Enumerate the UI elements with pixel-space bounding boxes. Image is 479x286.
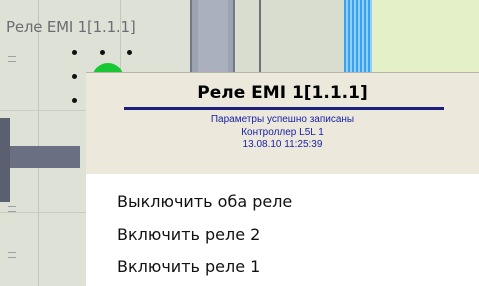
scheme-panel-right (372, 0, 479, 82)
info-card-controller: Контроллер L5L 1 (241, 127, 324, 138)
grid-line (38, 0, 39, 286)
info-card-title: Реле EMI 1[1.1.1] (197, 83, 368, 103)
wire-mark (8, 252, 16, 258)
relay-info-card: Реле EMI 1[1.1.1] Параметры успешно запи… (86, 72, 479, 175)
wire-mark (8, 206, 16, 212)
selection-handle[interactable] (100, 50, 105, 55)
blue-striped-zone (344, 0, 372, 82)
info-card-status: Параметры успешно записаны (210, 114, 355, 125)
selection-handle[interactable] (127, 50, 132, 55)
selection-handle[interactable] (72, 50, 77, 55)
info-card-timestamp: 13.08.10 11:25:39 (242, 139, 323, 150)
map-canvas[interactable]: Реле EMI 1[1.1.1] Реле EMI 1[1.1.1] Пара… (0, 0, 479, 286)
context-menu: Выключить оба реле Включить реле 2 Включ… (86, 174, 479, 286)
scheme-panel-middle (236, 0, 344, 82)
equipment-connector (10, 146, 80, 168)
scheme-line (259, 0, 261, 82)
info-card-divider (124, 107, 444, 110)
wire-mark (8, 56, 16, 62)
node-label: Реле EMI 1[1.1.1] (6, 18, 136, 36)
menu-item-turn-on-relay-1[interactable]: Включить реле 1 (117, 254, 260, 280)
equipment-cabinet-inner (198, 0, 228, 82)
menu-item-turn-off-both-relays[interactable]: Выключить оба реле (117, 189, 292, 215)
equipment-block (0, 118, 10, 202)
selection-handle[interactable] (72, 98, 77, 103)
selection-handle[interactable] (72, 74, 77, 79)
menu-item-turn-on-relay-2[interactable]: Включить реле 2 (117, 222, 260, 248)
